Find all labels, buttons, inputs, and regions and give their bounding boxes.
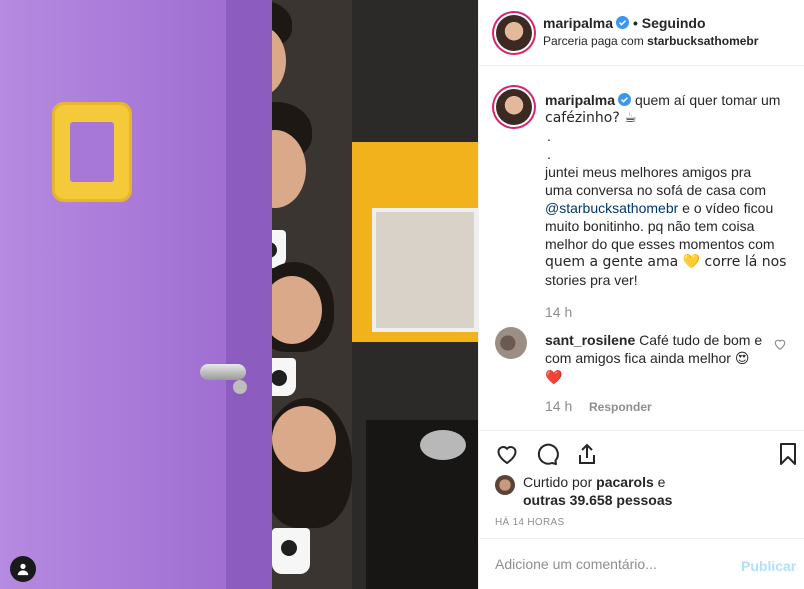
comment-icon (537, 443, 559, 465)
caption-line: stories pra ver! (545, 272, 638, 288)
publish-button[interactable]: Publicar (741, 558, 796, 574)
caption-after-mention: e o vídeo ficou (678, 200, 774, 216)
caption-line: juntei meus melhores amigos pra (545, 164, 752, 180)
bookmark-icon (780, 443, 796, 465)
partnership-line: Parceria paga com starbucksathomebr (543, 34, 758, 48)
comment-button[interactable] (534, 441, 560, 467)
likes-summary: Curtido por pacarols e outras 39.658 pes… (523, 473, 672, 509)
caption-line: quem aí quer tomar um (634, 92, 781, 108)
follow-separator: • (632, 15, 638, 31)
commenter-username[interactable]: sant_rosilene (545, 332, 635, 348)
door-handle (200, 364, 246, 380)
likes-connector: e (657, 474, 666, 490)
photo-oven (372, 208, 478, 332)
door-edge (226, 0, 272, 589)
others-likes-link[interactable]: outras 39.658 pessoas (523, 492, 672, 508)
heart-icon (497, 446, 517, 465)
person-4-face (272, 406, 336, 472)
save-button[interactable] (775, 441, 801, 467)
first-liker-link[interactable]: pacarols (596, 474, 654, 490)
caption: maripalma quem aí quer tomar um cafézinh… (545, 91, 793, 289)
tagged-users-icon[interactable] (10, 556, 36, 582)
caption-line: . (547, 128, 551, 144)
verified-badge-icon (616, 16, 630, 29)
owner-avatar[interactable] (494, 13, 534, 53)
door-lock (233, 380, 247, 394)
reply-button[interactable]: Responder (589, 400, 652, 414)
caption-line: . (547, 146, 551, 162)
post-photo[interactable] (0, 0, 478, 589)
caption-line: cafézinho? ☕ (545, 110, 637, 126)
caption-time[interactable]: 14 h (545, 304, 572, 320)
follow-status-button[interactable]: Seguindo (642, 15, 706, 31)
liker-avatar[interactable] (495, 475, 515, 495)
comment: sant_rosilene Café tudo de bom e com ami… (545, 331, 765, 387)
comment-like-heart-icon[interactable] (773, 337, 787, 351)
photo-pendulum (420, 430, 466, 460)
caption-avatar[interactable] (494, 87, 534, 127)
mention-link[interactable]: @starbucksathomebr (545, 200, 678, 216)
caption-line: muito bonitinho. pq não tem coisa (545, 218, 755, 234)
caption-username[interactable]: maripalma (545, 92, 615, 108)
mug-3 (272, 528, 310, 574)
owner-username[interactable]: maripalma (543, 15, 613, 31)
yellow-frame (52, 102, 132, 202)
like-button[interactable] (494, 441, 520, 467)
comment-text: Café tudo de bom (639, 332, 751, 348)
verified-badge-icon (618, 93, 632, 106)
comment-input[interactable] (495, 556, 725, 572)
share-button[interactable] (574, 441, 600, 467)
caption-line: uma conversa no sofá de casa com (545, 182, 767, 198)
likes-prefix: Curtido por (523, 474, 593, 490)
caption-line: melhor do que esses momentos com (545, 236, 775, 252)
comment-time[interactable]: 14 h (545, 398, 572, 414)
comments-area: maripalma quem aí quer tomar um cafézinh… (479, 66, 804, 430)
posted-time[interactable]: HÁ 14 HORAS (495, 517, 564, 528)
post-side-panel: maripalma • Seguindo Parceria paga com s… (478, 0, 804, 589)
caption-line: quem a gente ama 💛 corre lá nos (545, 254, 787, 270)
post-header: maripalma • Seguindo Parceria paga com s… (479, 0, 804, 66)
partner-link[interactable]: starbucksathomebr (647, 34, 758, 48)
add-comment-form: Publicar (479, 538, 804, 589)
partnership-label: Parceria paga com (543, 34, 644, 48)
commenter-avatar[interactable] (495, 327, 527, 359)
share-icon (579, 443, 595, 464)
owner-line: maripalma • Seguindo (543, 15, 706, 31)
